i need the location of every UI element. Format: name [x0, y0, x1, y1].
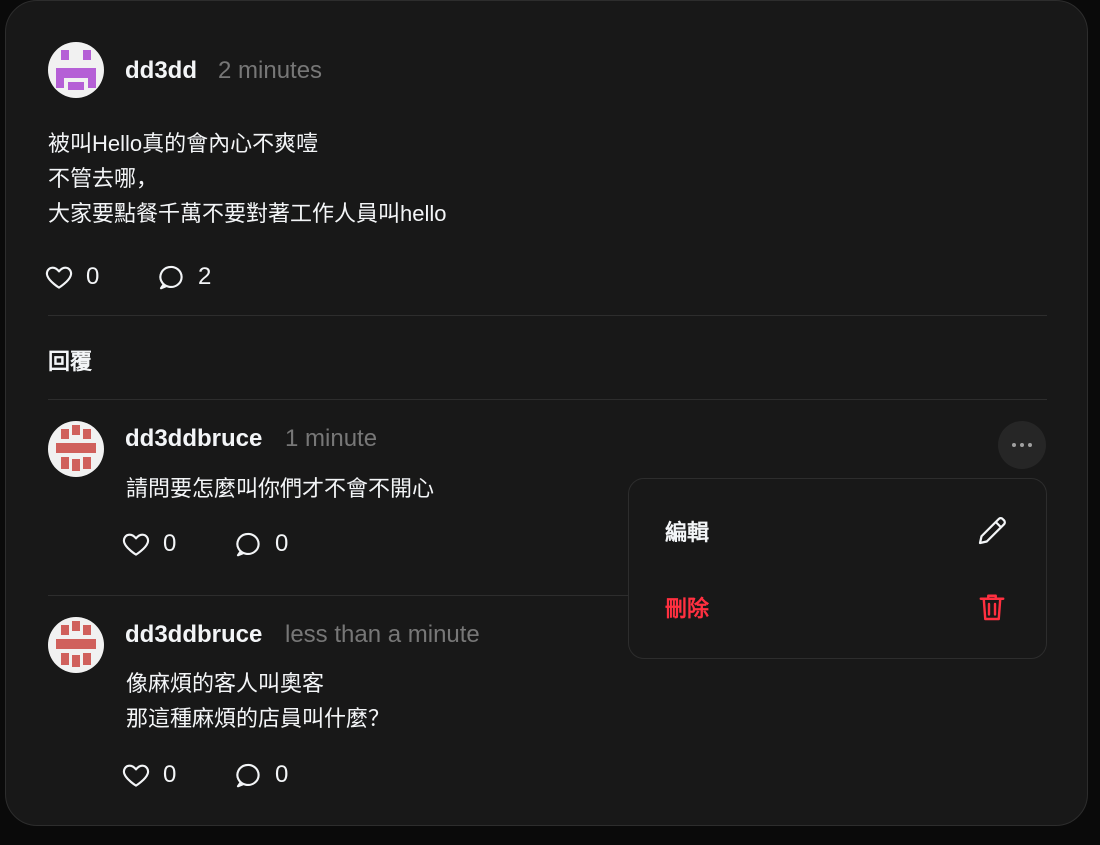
trash-icon [974, 589, 1010, 625]
reply-username[interactable]: dd3ddbruce [125, 620, 262, 650]
pencil-icon [974, 513, 1010, 549]
post-line: 不管去哪， [48, 166, 159, 191]
comment-count: 0 [275, 530, 289, 557]
edit-label: 編輯 [665, 520, 710, 545]
comment-button[interactable]: 0 [233, 760, 288, 790]
more-icon [1012, 443, 1032, 447]
heart-icon [45, 266, 73, 289]
like-button[interactable]: 0 [121, 529, 176, 559]
reply-timestamp: 1 minute [285, 425, 378, 452]
reply-timestamp: less than a minute [285, 621, 480, 648]
post-timestamp: 2 minutes [218, 57, 323, 84]
options-menu: 編輯 刪除 [628, 478, 1047, 659]
divider [48, 315, 1047, 316]
identicon-icon [56, 621, 96, 667]
reply-line: 像麻煩的客人叫奧客 [126, 671, 325, 696]
delete-menu-item[interactable]: 刪除 [629, 577, 1046, 637]
reply-line: 請問要怎麼叫你們才不會不開心 [126, 476, 435, 501]
divider [48, 595, 628, 596]
avatar[interactable] [48, 42, 104, 98]
post-username[interactable]: dd3dd [125, 56, 197, 86]
like-button[interactable]: 0 [121, 760, 176, 790]
comment-count: 0 [275, 761, 289, 788]
identicon-icon [56, 425, 96, 471]
more-options-button[interactable] [998, 421, 1046, 469]
identicon-icon [56, 50, 96, 90]
comment-button[interactable]: 0 [233, 529, 288, 559]
like-button[interactable]: 0 [44, 262, 99, 292]
post-line: 被叫Hello真的會內心不爽噎 [48, 131, 319, 156]
replies-heading: 回覆 [48, 349, 93, 374]
edit-menu-item[interactable]: 編輯 [629, 501, 1046, 561]
like-count: 0 [163, 530, 177, 557]
divider [48, 399, 1047, 400]
comment-count: 2 [198, 263, 212, 290]
reply-username[interactable]: dd3ddbruce [125, 424, 262, 454]
reply-line: 那這種麻煩的店員叫什麼？ [126, 706, 391, 731]
heart-icon [122, 533, 150, 556]
avatar[interactable] [48, 617, 104, 673]
delete-label: 刪除 [665, 596, 710, 621]
post-line: 大家要點餐千萬不要對著工作人員叫hello [48, 201, 447, 226]
like-count: 0 [163, 761, 177, 788]
heart-icon [122, 764, 150, 787]
comment-icon [236, 532, 260, 557]
avatar[interactable] [48, 421, 104, 477]
like-count: 0 [86, 263, 100, 290]
comment-button[interactable]: 2 [156, 262, 211, 292]
comment-icon [236, 763, 260, 788]
comment-icon [159, 265, 183, 290]
